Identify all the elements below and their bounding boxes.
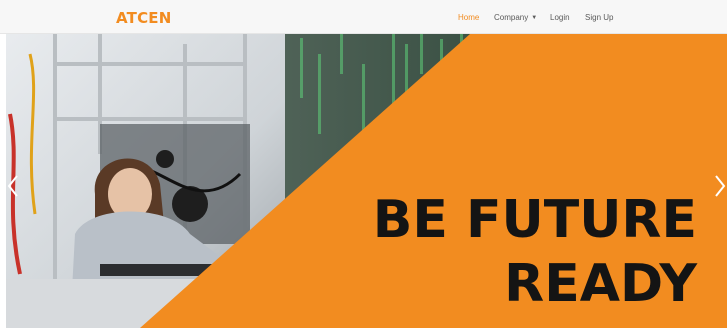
- nav-login[interactable]: Login: [550, 13, 570, 22]
- caret-down-icon: ▼: [531, 15, 538, 21]
- hero-headline-line2: READY: [504, 254, 697, 314]
- hero-headline-line1: BE FUTURE: [372, 190, 697, 250]
- carousel-prev-button[interactable]: [6, 174, 20, 198]
- nav-company-label: Company: [494, 13, 529, 22]
- brand-logo[interactable]: ATCEN: [116, 9, 172, 27]
- hero-banner: BE FUTURE READY: [0, 34, 727, 328]
- nav-company[interactable]: Company ▼: [494, 13, 537, 22]
- page-left-margin: [0, 34, 6, 328]
- carousel-next-button[interactable]: [713, 174, 727, 198]
- chevron-right-icon: [715, 175, 726, 197]
- nav-sign-up[interactable]: Sign Up: [585, 13, 613, 22]
- nav-home[interactable]: Home: [458, 13, 479, 22]
- chevron-left-icon: [7, 175, 18, 197]
- navbar: ATCEN Home Company ▼ Login Sign Up: [0, 0, 727, 34]
